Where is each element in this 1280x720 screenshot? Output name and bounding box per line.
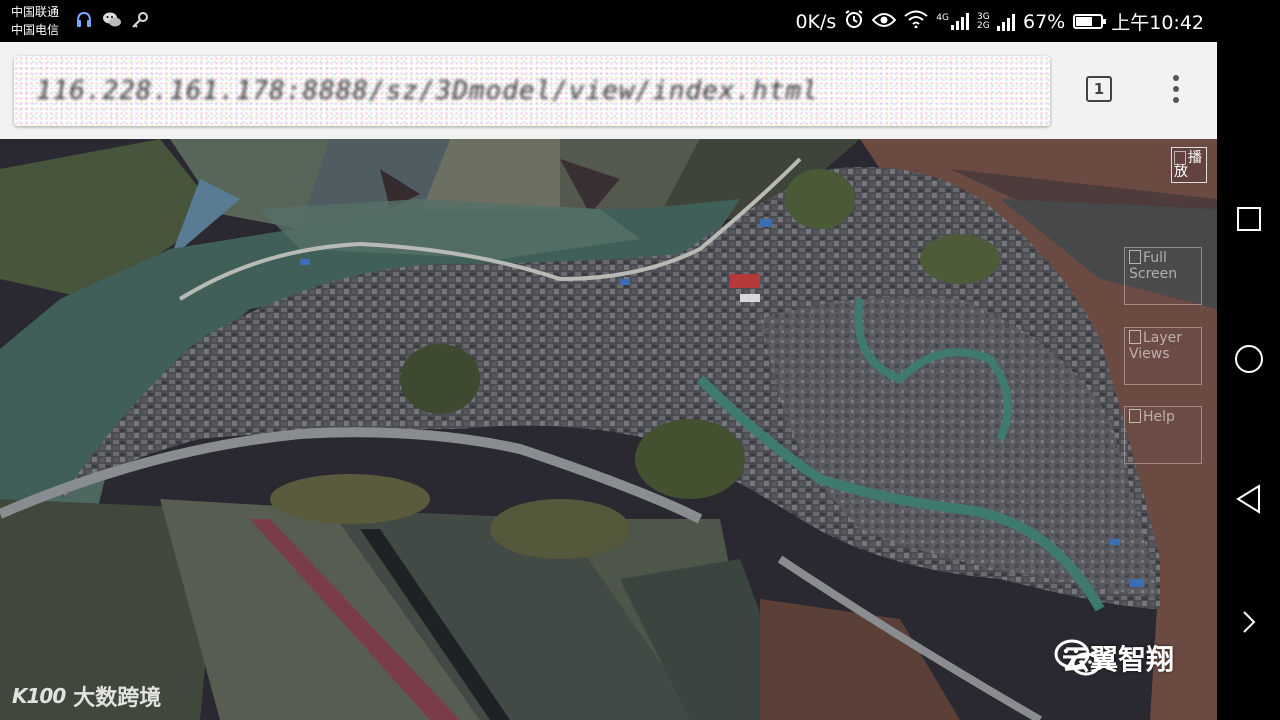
home-icon[interactable] (1233, 343, 1265, 375)
battery-icon (1073, 14, 1107, 29)
help-button[interactable]: Help (1124, 406, 1202, 464)
watermark-right: 云翼智翔 (1054, 638, 1174, 678)
wifi-icon (904, 10, 928, 33)
back-icon[interactable] (1233, 483, 1265, 515)
tab-switcher-button[interactable]: 1 (1086, 76, 1112, 102)
navigation-bar (1217, 0, 1280, 720)
broken-image-icon (1129, 250, 1141, 264)
carrier-info: 中国联通 中国电信 (11, 3, 59, 39)
clock: 上午10:42 (1111, 12, 1204, 34)
status-bar: 中国联通 中国电信 0K/s 4G 3G 2G 67% 上午10:42 (0, 0, 1280, 42)
net-speed: 0K/s (795, 10, 837, 33)
eye-icon (871, 11, 897, 33)
watermark-left-text: 大数跨境 (73, 686, 162, 711)
signal-label: 4G (936, 13, 949, 23)
url-bar[interactable]: 116.228.161.178:8888/sz/3Dmodel/view/ind… (14, 56, 1050, 126)
browser-toolbar: 116.228.161.178:8888/sz/3Dmodel/view/ind… (0, 42, 1217, 139)
corner-control-button[interactable]: 播放 (1171, 147, 1207, 183)
carrier-2: 中国电信 (11, 23, 60, 37)
broken-image-icon (1129, 409, 1141, 423)
signal-icon: 4G (936, 13, 969, 30)
full-screen-button[interactable]: Full Screen (1124, 247, 1202, 305)
expand-icon[interactable] (1233, 606, 1265, 638)
alarm-icon (844, 9, 864, 34)
map-viewport[interactable]: 播放 Full Screen Layer Views Help K100 大数跨… (0, 139, 1217, 720)
watermark-left: K100 大数跨境 (12, 680, 161, 712)
layer-views-button[interactable]: Layer Views (1124, 327, 1202, 385)
notification-icons (74, 10, 150, 30)
url-text[interactable]: 116.228.161.178:8888/sz/3Dmodel/view/ind… (36, 76, 819, 106)
broken-image-icon (1129, 330, 1141, 344)
battery-fill (1076, 17, 1093, 26)
carrier-1: 中国联通 (11, 5, 60, 19)
battery-percent: 67% (1023, 10, 1066, 33)
headset-icon (74, 10, 94, 30)
help-label: Help (1143, 409, 1175, 425)
signal2-label: 3G 2G (977, 11, 990, 31)
k100-logo: K100 (12, 684, 66, 708)
wechat-icon (102, 10, 122, 30)
broken-image-icon (1174, 151, 1186, 165)
recents-icon[interactable] (1233, 203, 1265, 235)
aerial-3d-model[interactable] (0, 139, 1217, 720)
key-icon (130, 10, 150, 30)
signal2-icon: 3G 2G (977, 11, 1015, 31)
more-vert-icon[interactable] (1164, 75, 1188, 107)
status-right: 0K/s 4G 3G 2G 67% 上午10:42 (795, 8, 1204, 35)
